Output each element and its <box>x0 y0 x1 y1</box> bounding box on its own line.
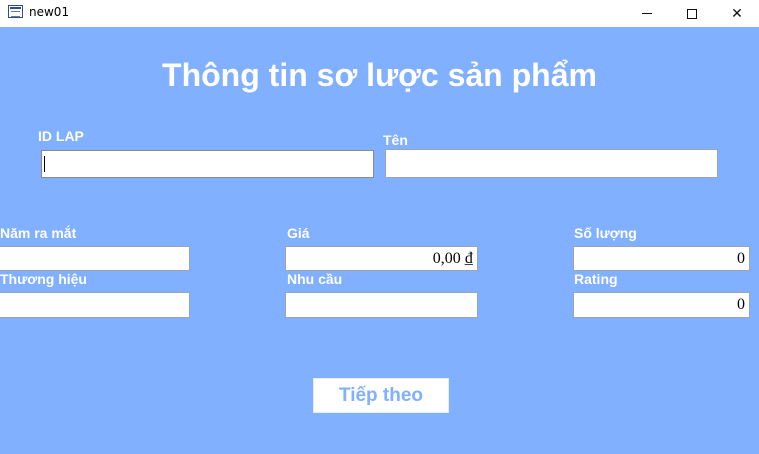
minimize-icon <box>642 13 652 14</box>
rating-label: Rating <box>574 271 618 287</box>
next-button[interactable]: Tiếp theo <box>313 378 449 413</box>
gia-label: Giá <box>287 225 310 241</box>
so-luong-field[interactable]: 0 <box>573 246 750 271</box>
rating-field[interactable]: 0 <box>573 292 750 318</box>
window-title: new01 <box>29 5 70 19</box>
text-caret <box>44 156 45 172</box>
minimize-button[interactable] <box>624 0 670 27</box>
maximize-icon <box>687 8 697 19</box>
nhu-cau-label: Nhu cầu <box>287 271 343 287</box>
so-luong-label: Số lượng <box>574 225 637 241</box>
rating-value: 0 <box>737 296 745 313</box>
thuong-hieu-field[interactable] <box>0 292 190 318</box>
gia-value: 0,00 ₫ <box>432 250 473 267</box>
nhu-cau-field[interactable] <box>285 292 478 318</box>
form-heading: Thông tin sơ lược sản phẩm <box>162 57 597 93</box>
close-button[interactable]: ✕ <box>714 0 759 27</box>
id-lap-label: ID LAP <box>38 128 84 144</box>
nam-ra-mat-field[interactable] <box>0 246 190 271</box>
form-window-icon <box>8 5 23 18</box>
ten-label: Tên <box>383 132 408 148</box>
product-form: Thông tin sơ lược sản phẩm ID LAP Tên Nă… <box>0 27 759 454</box>
thuong-hieu-label: Thương hiệu <box>0 271 87 287</box>
so-luong-value: 0 <box>737 250 745 267</box>
maximize-button[interactable] <box>669 0 715 27</box>
close-icon: ✕ <box>731 5 743 22</box>
gia-field[interactable]: 0,00 ₫ <box>285 246 478 271</box>
title-bar: new01 ✕ <box>0 0 759 27</box>
nam-ra-mat-label: Năm ra mắt <box>0 225 77 241</box>
id-lap-field[interactable] <box>41 150 374 178</box>
ten-field[interactable] <box>385 149 718 178</box>
